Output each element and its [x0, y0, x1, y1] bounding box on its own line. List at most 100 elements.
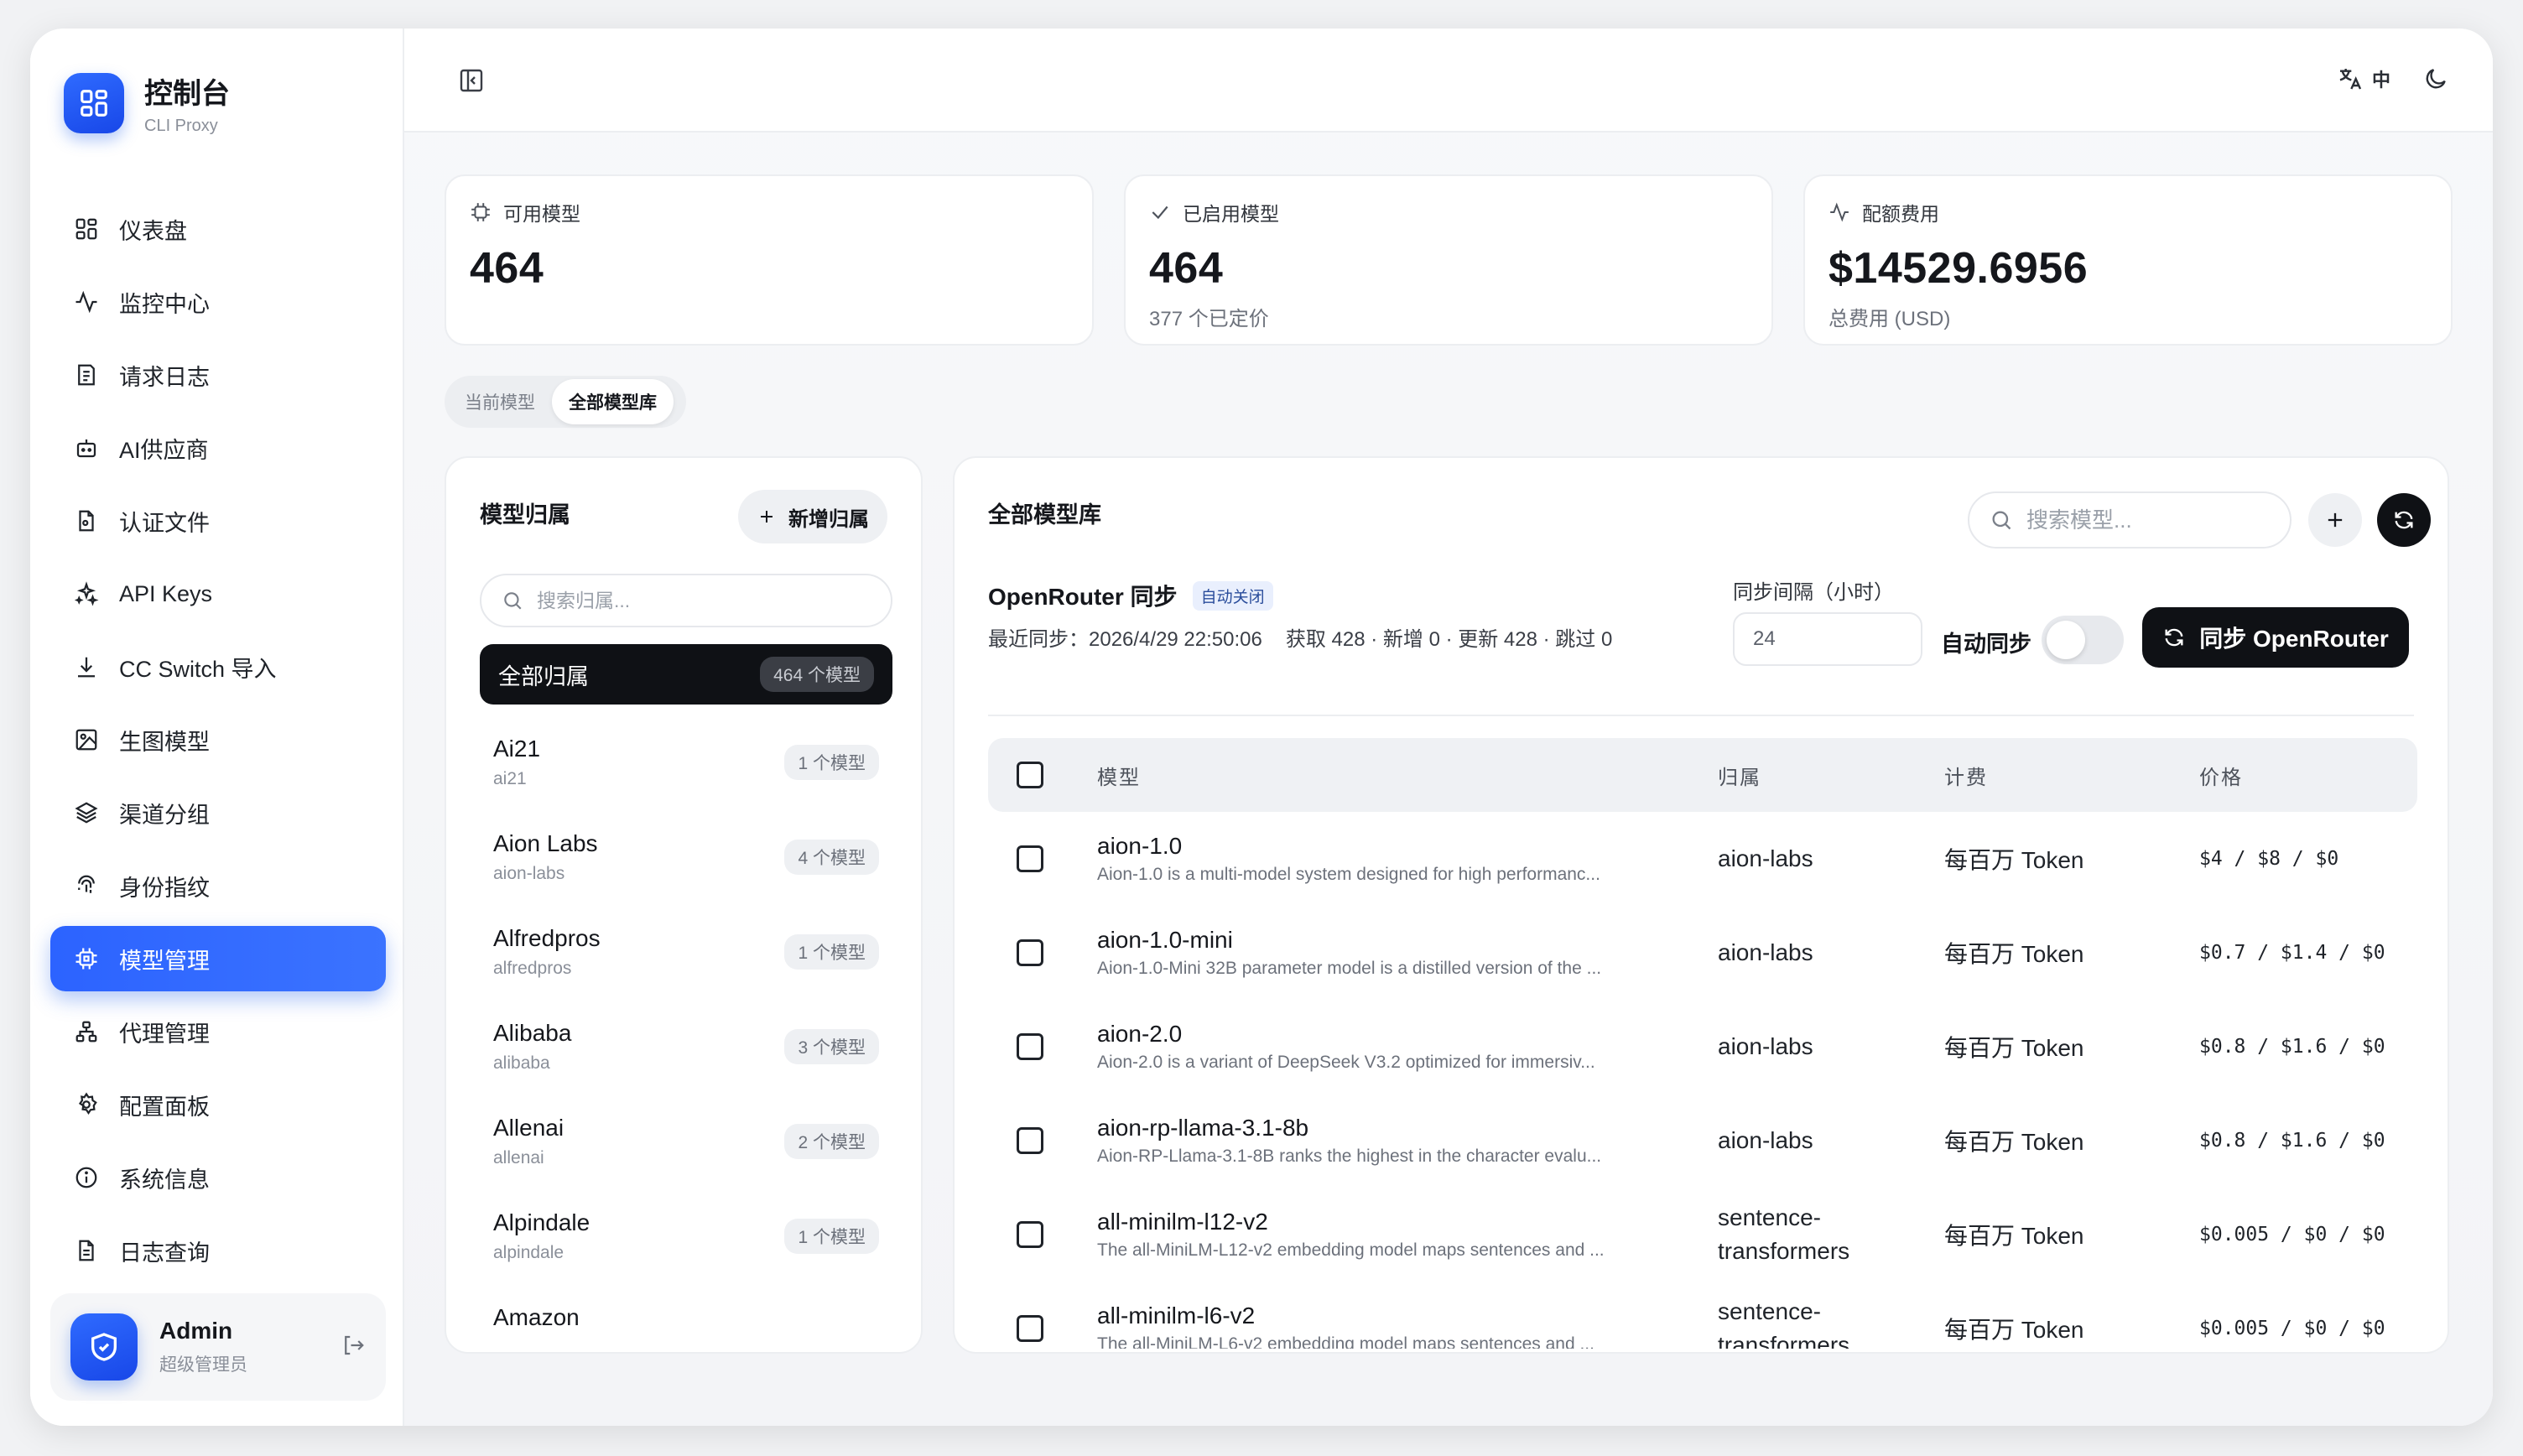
tab-all-models[interactable]: 全部模型库: [552, 379, 674, 424]
sidebar-item-system-info[interactable]: 系统信息: [50, 1145, 386, 1210]
sidebar-item-auth-files[interactable]: 认证文件: [50, 488, 386, 554]
panel-left-icon: [460, 69, 483, 92]
row-checkbox[interactable]: [1017, 1033, 1043, 1060]
stat-value: 464: [470, 244, 544, 293]
model-billing: 每百万 Token: [1944, 847, 2084, 873]
sidebar-item-label: 代理管理: [119, 1021, 210, 1047]
refresh-button[interactable]: [2377, 493, 2431, 547]
group-item-all[interactable]: 全部归属 464 个模型: [480, 644, 892, 705]
cpu-icon: [75, 948, 97, 970]
plus-icon: [761, 511, 773, 523]
auto-sync-toggle[interactable]: [2042, 616, 2124, 664]
model-name: aion-1.0-mini: [1097, 927, 1233, 953]
model-library-panel: 全部模型库 OpenRouter 同步 自动关闭 最近同步：2026/4/29 …: [953, 456, 2449, 1354]
sidebar-item-config-panel[interactable]: 配置面板: [50, 1072, 386, 1137]
dashboard-grid-icon: [64, 73, 124, 133]
sidebar-item-proxy-management[interactable]: 代理管理: [50, 999, 386, 1064]
sidebar-item-label: 模型管理: [119, 948, 210, 974]
add-group-button[interactable]: 新增归属: [738, 490, 887, 543]
cpu-icon: [471, 203, 490, 221]
activity-icon: [75, 290, 97, 314]
sync-interval-input[interactable]: [1733, 612, 1922, 666]
sidebar-item-monitor[interactable]: 监控中心: [50, 269, 386, 335]
stat-value: 464: [1149, 244, 1224, 293]
model-name: aion-2.0: [1097, 1021, 1183, 1047]
row-checkbox[interactable]: [1017, 939, 1043, 966]
divider: [988, 715, 2414, 716]
brand-subtitle: CLI Proxy: [144, 117, 218, 135]
add-model-button[interactable]: [2308, 493, 2362, 547]
view-tabs: 当前模型 全部模型库: [445, 376, 686, 428]
group-all-count: 464 个模型: [760, 657, 874, 692]
file-icon: [79, 510, 94, 532]
logout-button[interactable]: [341, 1333, 366, 1362]
group-count: 1 个模型: [784, 933, 879, 970]
sidebar-item-model-management[interactable]: 模型管理: [50, 926, 386, 991]
column-header-model: 模型: [1097, 766, 1141, 789]
sync-openrouter-label: 同步 OpenRouter: [2199, 626, 2389, 652]
sidebar-item-ai-providers[interactable]: AI供应商: [50, 415, 386, 481]
sidebar-item-label: 生图模型: [119, 729, 210, 755]
model-price: $0.8 / $1.6 / $0: [2199, 1130, 2385, 1152]
group-search-input[interactable]: [537, 589, 856, 612]
list-item[interactable]: Allenai allenai 2 个模型: [480, 1094, 892, 1188]
theme-toggle-button[interactable]: [2422, 65, 2449, 96]
table-row[interactable]: all-minilm-l6-v2 The all-MiniLM-L6-v2 emb…: [988, 1282, 2417, 1349]
list-item[interactable]: Aion Labs aion-labs 4 个模型: [480, 809, 892, 904]
groups-panel-title: 模型归属: [480, 502, 570, 528]
brand[interactable]: 控制台 CLI Proxy: [64, 70, 230, 136]
search-icon: [504, 592, 522, 610]
group-slug: aion-labs: [493, 863, 565, 883]
language-switch-button[interactable]: 中: [2337, 65, 2390, 92]
sync-openrouter-button[interactable]: 同步 OpenRouter: [2142, 607, 2409, 668]
plus-icon: [2328, 512, 2343, 528]
group-name: Amazon: [493, 1303, 580, 1328]
sidebar-item-dashboard[interactable]: 仪表盘: [50, 196, 386, 262]
sidebar-item-request-logs[interactable]: 请求日志: [50, 342, 386, 408]
row-checkbox[interactable]: [1017, 1221, 1043, 1248]
table-row[interactable]: all-minilm-l12-v2 The all-MiniLM-L12-v2 e…: [988, 1188, 2417, 1282]
column-header-group: 归属: [1718, 766, 1761, 789]
check-icon: [1152, 205, 1168, 220]
logout-icon: [345, 1335, 364, 1355]
list-item[interactable]: Alibaba alibaba 3 个模型: [480, 999, 892, 1094]
column-header-billing: 计费: [1944, 766, 1988, 789]
stat-sub: 总费用 (USD): [1829, 308, 1951, 330]
table-row[interactable]: aion-rp-llama-3.1-8b Aion-RP-Llama-3.1-8B…: [988, 1094, 2417, 1188]
gear-icon: [78, 1092, 97, 1115]
table-row[interactable]: aion-1.0 Aion-1.0 is a multi-model system…: [988, 812, 2417, 906]
sync-stats-text: 获取 428 · 新增 0 · 更新 428 · 跳过 0: [1285, 628, 1613, 651]
model-group: sentence-transformers: [1718, 1298, 1850, 1349]
dashboard-icon: [75, 218, 97, 240]
sidebar-item-log-query[interactable]: 日志查询: [50, 1218, 386, 1283]
group-name: Alpindale: [493, 1209, 590, 1235]
list-item[interactable]: Alfredpros alfredpros 1 个模型: [480, 904, 892, 999]
table-body: aion-1.0 Aion-1.0 is a multi-model system…: [988, 812, 2417, 1349]
bot-icon: [76, 439, 96, 458]
sidebar-item-api-keys[interactable]: API Keys: [50, 561, 386, 627]
table-row[interactable]: aion-1.0-mini Aion-1.0-Mini 32B parameter…: [988, 906, 2417, 1000]
group-slug: allenai: [493, 1147, 544, 1167]
sidebar-item-channel-groups[interactable]: 渠道分组: [50, 780, 386, 845]
sidebar-toggle-button[interactable]: [458, 67, 485, 98]
row-checkbox[interactable]: [1017, 1127, 1043, 1154]
table-row[interactable]: aion-2.0 Aion-2.0 is a variant of DeepSee…: [988, 1000, 2417, 1094]
sidebar-item-fingerprint[interactable]: 身份指纹: [50, 853, 386, 918]
models-table: 模型 归属 计费 价格 aion-1.0 Aion-1.0 is a multi-…: [988, 738, 2417, 1349]
list-item[interactable]: Ai21 ai21 1 个模型: [480, 715, 892, 809]
stat-card-quota-cost: 配额费用 $14529.6956 总费用 (USD): [1803, 174, 2453, 346]
row-checkbox[interactable]: [1017, 1315, 1043, 1342]
sidebar-item-cc-switch-import[interactable]: CC Switch 导入: [50, 634, 386, 699]
row-checkbox[interactable]: [1017, 845, 1043, 872]
list-item[interactable]: Alpindale alpindale 1 个模型: [480, 1188, 892, 1283]
group-slug: ai21: [493, 768, 527, 788]
model-search: [1968, 491, 2292, 549]
tab-current-models[interactable]: 当前模型: [448, 379, 552, 424]
info-icon: [75, 1167, 97, 1188]
list-item[interactable]: Amazonamazon: [480, 1283, 892, 1328]
model-billing: 每百万 Token: [1944, 1035, 2084, 1061]
sidebar-item-image-models[interactable]: 生图模型: [50, 707, 386, 772]
model-search-input[interactable]: [2026, 507, 2278, 533]
select-all-checkbox[interactable]: [1017, 762, 1043, 788]
sidebar-item-label: 系统信息: [119, 1167, 210, 1193]
